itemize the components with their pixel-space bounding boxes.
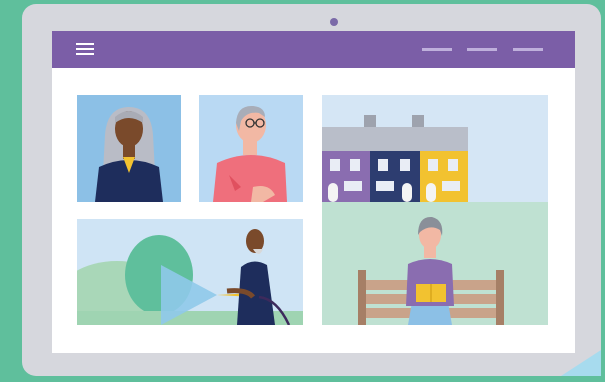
nav-item-1[interactable] xyxy=(422,48,452,51)
man-with-glasses-image[interactable] xyxy=(199,95,303,202)
nav-item-3[interactable] xyxy=(513,48,543,51)
webcam xyxy=(330,18,338,26)
terraced-houses-image[interactable] xyxy=(322,95,548,202)
woman-portrait-image[interactable] xyxy=(77,95,181,202)
laptop-screen xyxy=(52,31,575,353)
man-watering-garden-image[interactable] xyxy=(77,219,303,325)
woman-reading-on-bench-image[interactable] xyxy=(322,202,548,325)
hamburger-menu-icon[interactable] xyxy=(76,43,94,56)
decorative-corner xyxy=(561,350,601,376)
top-navigation-bar xyxy=(52,31,575,68)
nav-item-2[interactable] xyxy=(467,48,497,51)
